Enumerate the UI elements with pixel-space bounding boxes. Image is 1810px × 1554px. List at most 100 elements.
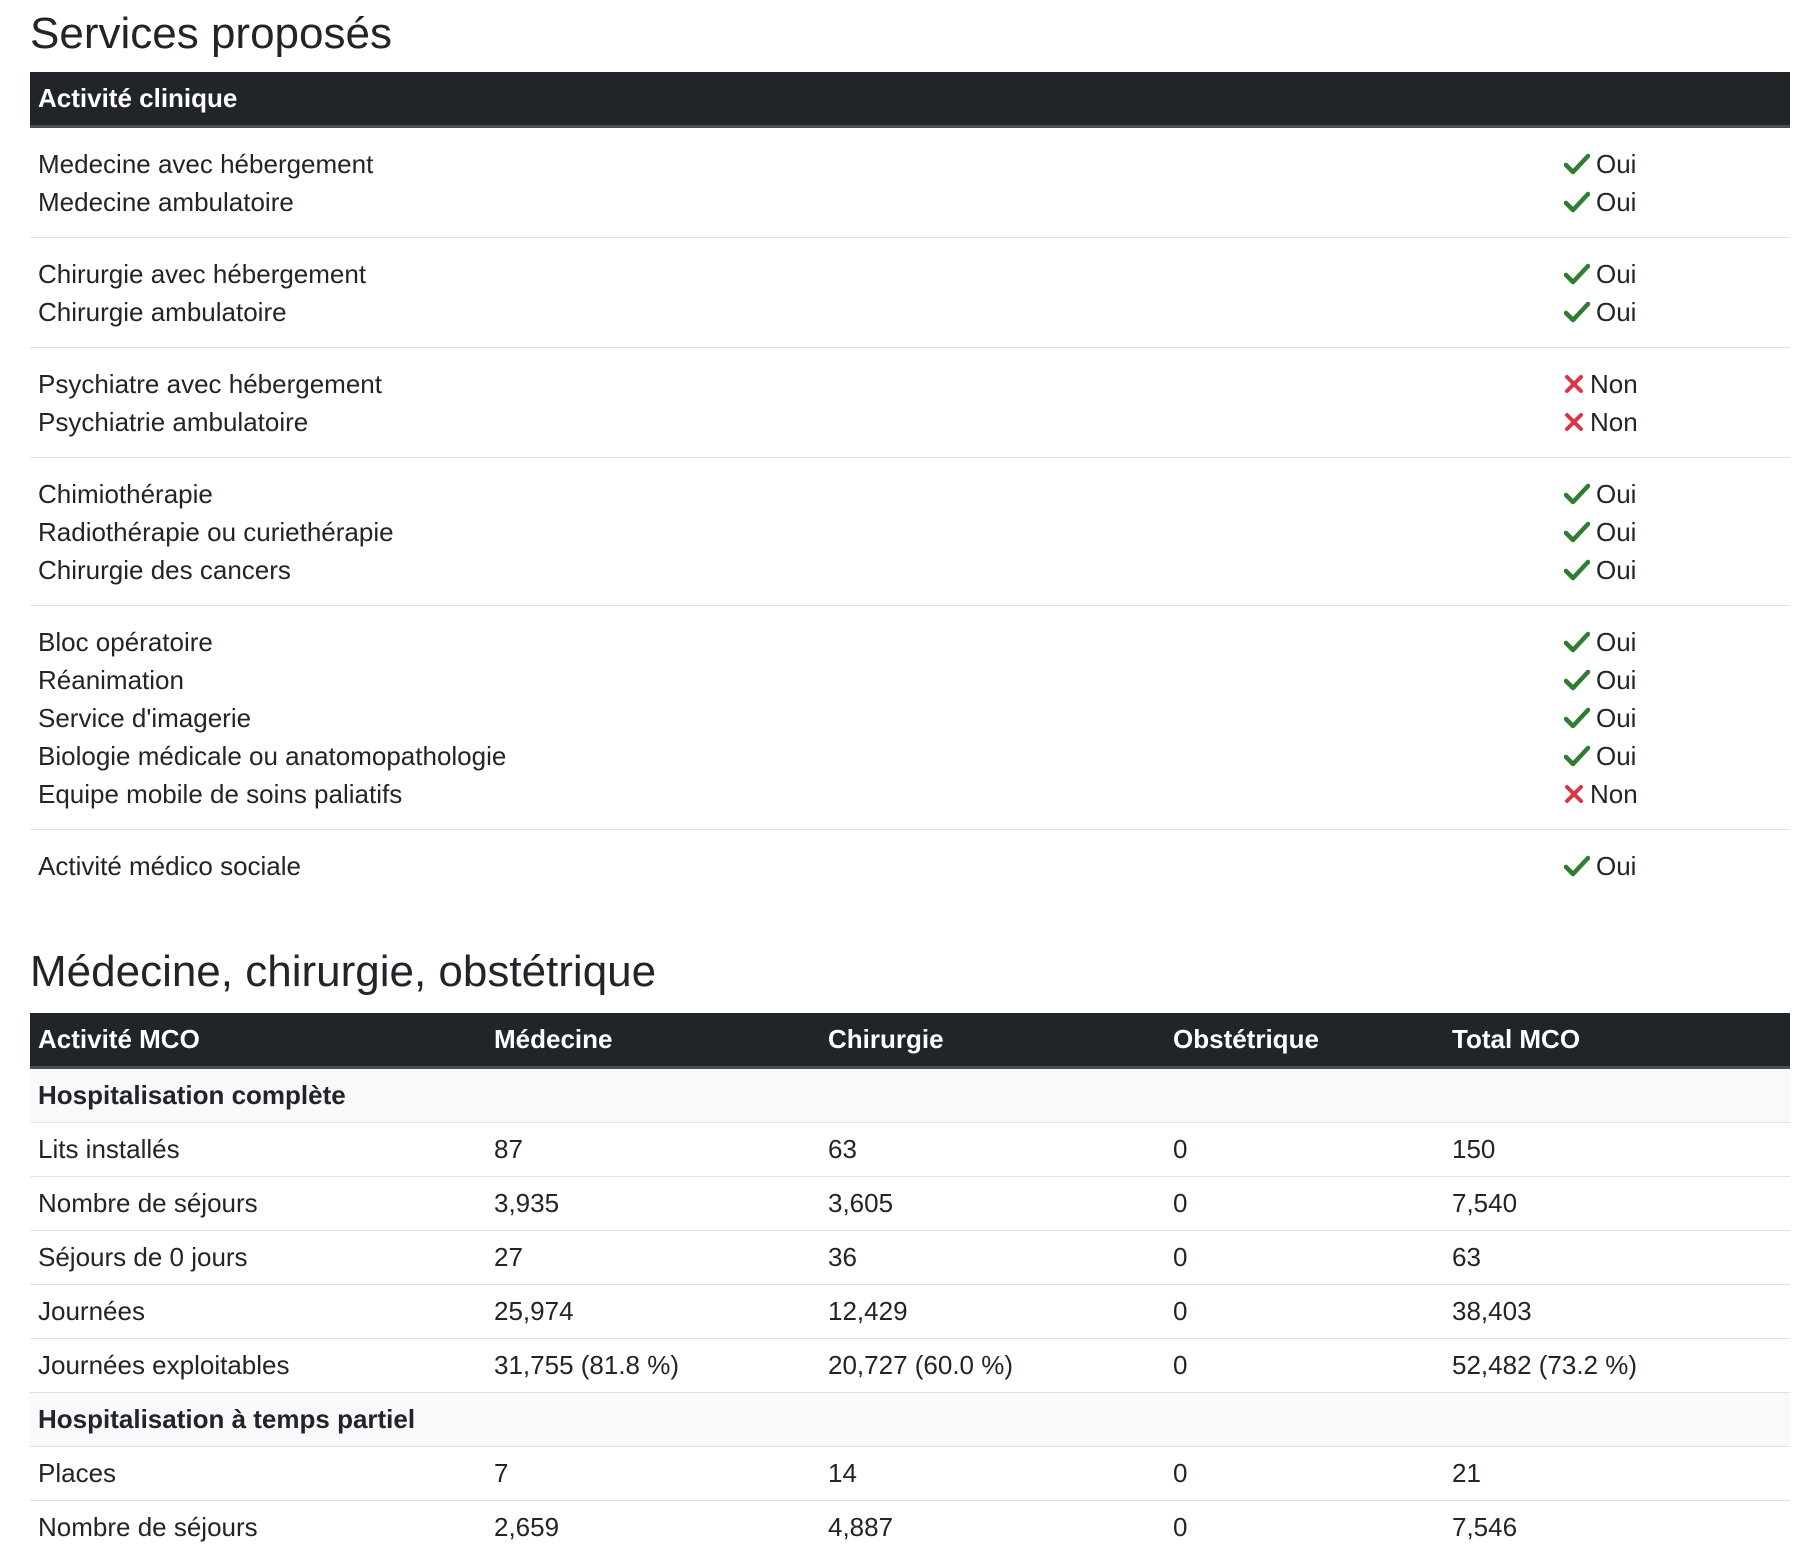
service-group: Chirurgie avec hébergementChirurgie ambu… bbox=[30, 238, 1790, 348]
service-label: Chimiothérapie bbox=[38, 475, 1548, 513]
table-row: Lits installés87630150 bbox=[30, 1123, 1790, 1177]
table-cell: 7 bbox=[486, 1447, 820, 1501]
service-status: Oui bbox=[1564, 475, 1782, 513]
service-status-label: Oui bbox=[1596, 699, 1636, 737]
table-cell: 21 bbox=[1444, 1447, 1790, 1501]
service-label: Bloc opératoire bbox=[38, 623, 1548, 661]
table-cell: 63 bbox=[820, 1123, 1165, 1177]
service-status: Oui bbox=[1564, 847, 1782, 885]
service-status-label: Non bbox=[1590, 365, 1638, 403]
service-status-label: Oui bbox=[1596, 475, 1636, 513]
service-status: Non bbox=[1564, 775, 1782, 813]
service-label: Réanimation bbox=[38, 661, 1548, 699]
service-group: Bloc opératoireRéanimationService d'imag… bbox=[30, 606, 1790, 830]
service-label: Radiothérapie ou curiethérapie bbox=[38, 513, 1548, 551]
table-cell: 52,482 (73.2 %) bbox=[1444, 1339, 1790, 1393]
service-group-row: ChimiothérapieRadiothérapie ou curiethér… bbox=[30, 458, 1790, 606]
service-group-row: Medecine avec hébergementMedecine ambula… bbox=[30, 127, 1790, 238]
check-icon bbox=[1564, 191, 1596, 213]
service-group-row: Bloc opératoireRéanimationService d'imag… bbox=[30, 606, 1790, 830]
table-cell: 0 bbox=[1165, 1339, 1444, 1393]
row-label: Places bbox=[30, 1447, 486, 1501]
service-status-label: Oui bbox=[1596, 183, 1636, 221]
service-group-row: Chirurgie avec hébergementChirurgie ambu… bbox=[30, 238, 1790, 348]
table-cell: 12,429 bbox=[820, 1285, 1165, 1339]
service-status-label: Oui bbox=[1596, 623, 1636, 661]
service-status-label: Oui bbox=[1596, 145, 1636, 183]
row-label: Journées bbox=[30, 1285, 486, 1339]
service-status: Oui bbox=[1564, 699, 1782, 737]
service-label: Chirurgie avec hébergement bbox=[38, 255, 1548, 293]
mco-header-row: Activité MCOMédecineChirurgieObstétrique… bbox=[30, 1013, 1790, 1068]
mco-title: Médecine, chirurgie, obstétrique bbox=[30, 931, 1790, 1013]
check-icon bbox=[1564, 707, 1596, 729]
check-icon bbox=[1564, 745, 1596, 767]
table-cell: 31,755 (81.8 %) bbox=[486, 1339, 820, 1393]
check-icon bbox=[1564, 855, 1596, 877]
service-status-label: Non bbox=[1590, 775, 1638, 813]
section-row: Hospitalisation complète bbox=[30, 1068, 1790, 1123]
table-cell: 7,540 bbox=[1444, 1177, 1790, 1231]
service-group-row: Psychiatre avec hébergementPsychiatrie a… bbox=[30, 348, 1790, 458]
service-label: Service d'imagerie bbox=[38, 699, 1548, 737]
row-label: Journées exploitables bbox=[30, 1339, 486, 1393]
table-cell: 0 bbox=[1165, 1177, 1444, 1231]
service-status: Oui bbox=[1564, 623, 1782, 661]
table-cell: 87 bbox=[486, 1123, 820, 1177]
cross-icon bbox=[1564, 784, 1590, 804]
service-label: Medecine avec hébergement bbox=[38, 145, 1548, 183]
service-status: Oui bbox=[1564, 661, 1782, 699]
table-cell: 38,403 bbox=[1444, 1285, 1790, 1339]
service-status-label: Oui bbox=[1596, 255, 1636, 293]
service-status-label: Oui bbox=[1596, 551, 1636, 589]
service-status: Oui bbox=[1564, 551, 1782, 589]
table-row: Séjours de 0 jours2736063 bbox=[30, 1231, 1790, 1285]
table-cell: 4,887 bbox=[820, 1501, 1165, 1554]
service-label: Psychiatre avec hébergement bbox=[38, 365, 1548, 403]
service-label: Psychiatrie ambulatoire bbox=[38, 403, 1548, 441]
check-icon bbox=[1564, 521, 1596, 543]
table-cell: 27 bbox=[486, 1231, 820, 1285]
section-label: Hospitalisation complète bbox=[30, 1068, 1790, 1123]
table-cell: 3,605 bbox=[820, 1177, 1165, 1231]
mco-table: Activité MCOMédecineChirurgieObstétrique… bbox=[30, 1013, 1790, 1554]
row-label: Nombre de séjours bbox=[30, 1501, 486, 1554]
service-group-row: Activité médico socialeOui bbox=[30, 830, 1790, 902]
service-group: Psychiatre avec hébergementPsychiatrie a… bbox=[30, 348, 1790, 458]
row-label: Lits installés bbox=[30, 1123, 486, 1177]
check-icon bbox=[1564, 301, 1596, 323]
table-row: Nombre de séjours3,9353,60507,540 bbox=[30, 1177, 1790, 1231]
service-status-label: Oui bbox=[1596, 847, 1636, 885]
service-status: Oui bbox=[1564, 255, 1782, 293]
mco-column-header: Chirurgie bbox=[820, 1013, 1165, 1068]
table-cell: 7,546 bbox=[1444, 1501, 1790, 1554]
services-header: Activité clinique bbox=[30, 72, 1790, 127]
check-icon bbox=[1564, 559, 1596, 581]
service-group: Medecine avec hébergementMedecine ambula… bbox=[30, 127, 1790, 238]
service-status: Oui bbox=[1564, 293, 1782, 331]
check-icon bbox=[1564, 483, 1596, 505]
table-cell: 36 bbox=[820, 1231, 1165, 1285]
cross-icon bbox=[1564, 374, 1590, 394]
table-cell: 0 bbox=[1165, 1123, 1444, 1177]
row-label: Séjours de 0 jours bbox=[30, 1231, 486, 1285]
service-status: Oui bbox=[1564, 737, 1782, 775]
table-cell: 25,974 bbox=[486, 1285, 820, 1339]
services-header-row: Activité clinique bbox=[30, 72, 1790, 127]
service-status: Non bbox=[1564, 403, 1782, 441]
service-label: Chirurgie des cancers bbox=[38, 551, 1548, 589]
table-cell: 20,727 (60.0 %) bbox=[820, 1339, 1165, 1393]
table-row: Places714021 bbox=[30, 1447, 1790, 1501]
service-group: Activité médico socialeOui bbox=[30, 830, 1790, 902]
table-cell: 150 bbox=[1444, 1123, 1790, 1177]
service-label: Medecine ambulatoire bbox=[38, 183, 1548, 221]
service-status: Oui bbox=[1564, 145, 1782, 183]
service-label: Biologie médicale ou anatomopathologie bbox=[38, 737, 1548, 775]
mco-column-header: Obstétrique bbox=[1165, 1013, 1444, 1068]
table-cell: 0 bbox=[1165, 1447, 1444, 1501]
service-status: Oui bbox=[1564, 183, 1782, 221]
check-icon bbox=[1564, 669, 1596, 691]
table-row: Journées exploitables31,755 (81.8 %)20,7… bbox=[30, 1339, 1790, 1393]
cross-icon bbox=[1564, 412, 1590, 432]
table-cell: 14 bbox=[820, 1447, 1165, 1501]
